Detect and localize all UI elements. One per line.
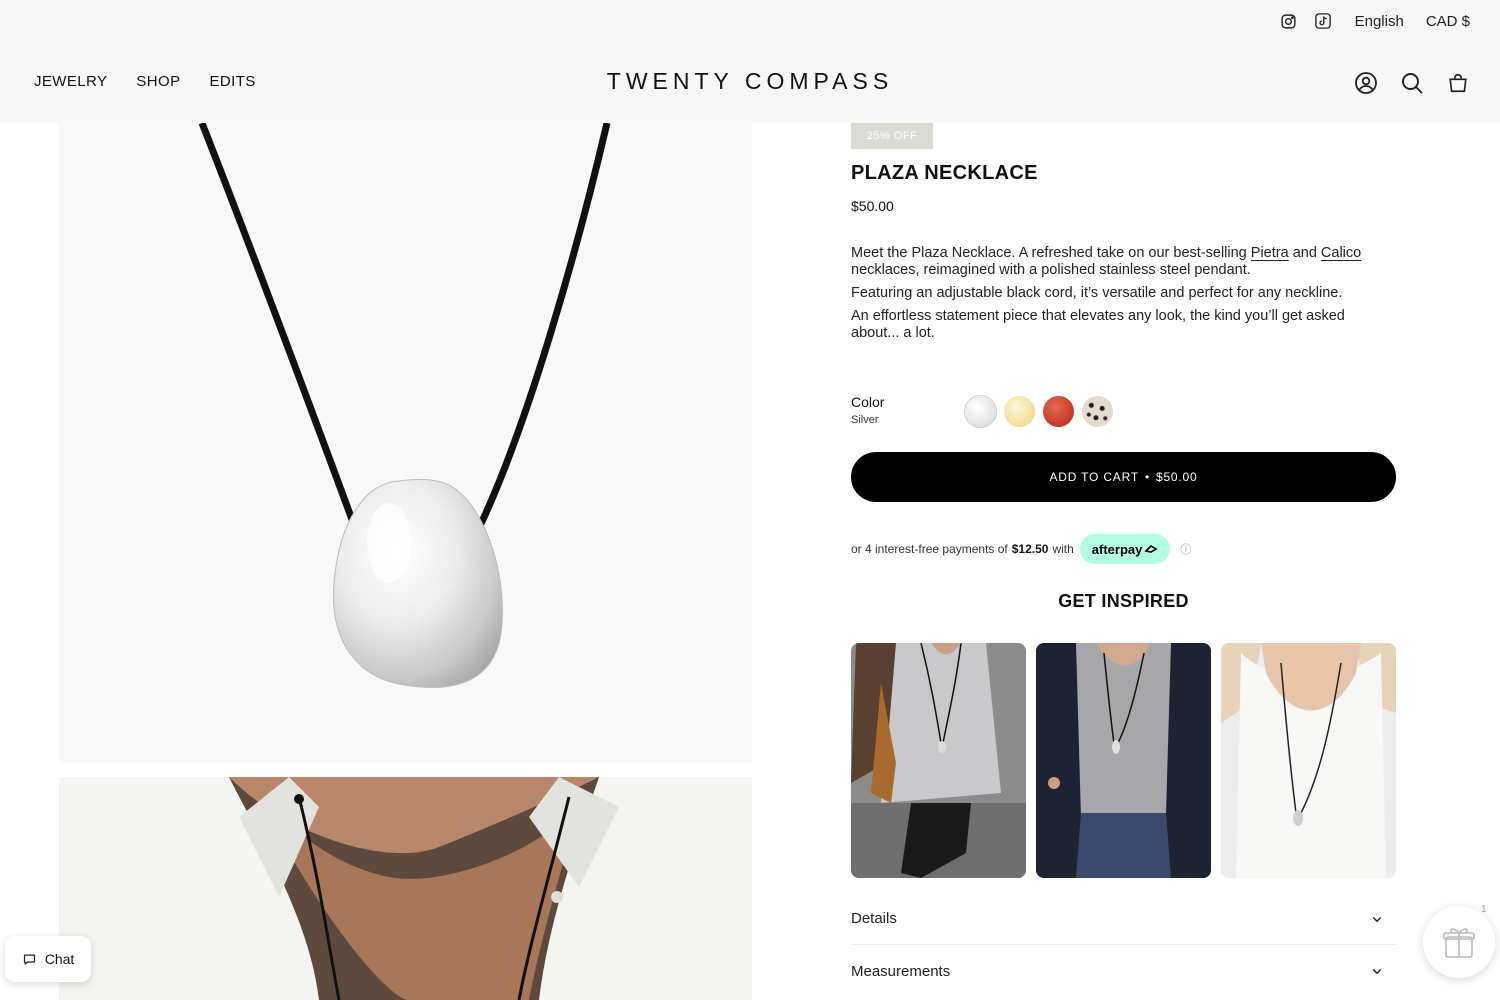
- instagram-icon[interactable]: [1279, 10, 1299, 32]
- gift-count-badge: 1: [1481, 904, 1487, 915]
- language-selector[interactable]: English: [1355, 13, 1404, 30]
- add-to-cart-separator: •: [1144, 470, 1150, 484]
- product-image-model[interactable]: [59, 777, 752, 1000]
- swatch-silver[interactable]: [965, 396, 996, 427]
- chevron-down-icon: [1372, 969, 1382, 975]
- afterpay-logo[interactable]: afterpay: [1079, 534, 1171, 564]
- discount-badge: 25% OFF: [851, 123, 933, 149]
- calico-link[interactable]: Calico: [1321, 245, 1361, 261]
- account-icon[interactable]: [1354, 70, 1378, 96]
- measurements-accordion[interactable]: Measurements: [851, 945, 1396, 997]
- afterpay-amount: $12.50: [1011, 542, 1049, 556]
- swatch-gold[interactable]: [1004, 396, 1035, 427]
- inspiration-photo[interactable]: [1221, 643, 1396, 878]
- inspiration-gallery: [851, 643, 1396, 878]
- afterpay-suffix: with: [1052, 542, 1074, 556]
- tiktok-icon[interactable]: [1313, 10, 1333, 32]
- color-label: Color: [851, 394, 885, 410]
- nav-item-jewelry[interactable]: JEWELRY: [34, 73, 107, 90]
- color-swatches: [965, 396, 1113, 427]
- chat-label: Chat: [44, 951, 75, 967]
- details-label: Details: [851, 910, 897, 927]
- inspiration-photo[interactable]: [1036, 643, 1211, 878]
- description-text: and: [1288, 245, 1321, 261]
- rewards-gift-button[interactable]: [1423, 906, 1495, 978]
- measurements-label: Measurements: [851, 962, 951, 980]
- chat-button[interactable]: Chat: [5, 936, 91, 982]
- afterpay-prefix: or 4 interest-free payments of: [851, 542, 1008, 556]
- description-text: necklaces, reimagined with a polished st…: [851, 262, 1251, 278]
- description-paragraph: Meet the Plaza Necklace. A refreshed tak…: [851, 245, 1396, 279]
- nav-item-shop[interactable]: SHOP: [136, 73, 180, 90]
- site-header: English CAD $ JEWELRY SHOP EDITS TWENTY …: [0, 0, 1500, 123]
- search-icon[interactable]: [1400, 70, 1424, 96]
- description-text: Meet the Plaza Necklace. A refreshed tak…: [851, 245, 1251, 261]
- afterpay-brand: afterpay: [1091, 541, 1143, 557]
- gift-icon: [1443, 928, 1475, 958]
- header-actions: [1354, 70, 1470, 96]
- description-paragraph: Featuring an adjustable black cord, it’s…: [851, 285, 1343, 301]
- main-nav: JEWELRY SHOP EDITS: [34, 73, 256, 90]
- add-to-cart-label: ADD TO CART: [1049, 470, 1139, 484]
- description-paragraph: An effortless statement piece that eleva…: [851, 308, 1345, 341]
- details-accordion[interactable]: Details: [851, 893, 1396, 945]
- product-title: PLAZA NECKLACE: [851, 162, 1038, 184]
- chevron-down-icon: [1372, 916, 1382, 922]
- swatch-red[interactable]: [1043, 396, 1074, 427]
- get-inspired-heading: GET INSPIRED: [1058, 591, 1189, 611]
- inspiration-photo[interactable]: [851, 643, 1026, 878]
- nav-item-edits[interactable]: EDITS: [210, 73, 256, 90]
- add-to-cart-price: $50.00: [1155, 470, 1198, 484]
- cart-icon[interactable]: [1446, 70, 1470, 96]
- info-icon[interactable]: ⓘ: [1180, 541, 1191, 557]
- currency-selector[interactable]: CAD $: [1426, 13, 1470, 30]
- afterpay-message: or 4 interest-free payments of $12.50 wi…: [851, 534, 1191, 564]
- chat-bubble-icon: [23, 954, 35, 964]
- product-image-main[interactable]: [59, 123, 752, 763]
- selected-color: Silver: [851, 414, 879, 426]
- product-price: $50.00: [851, 198, 894, 214]
- afterpay-arrows-icon: [1144, 544, 1158, 553]
- add-to-cart-button[interactable]: ADD TO CART • $50.00: [851, 452, 1396, 502]
- swatch-dalmatian[interactable]: [1082, 396, 1113, 427]
- utility-bar: English CAD $: [1279, 10, 1470, 32]
- pietra-link[interactable]: Pietra: [1251, 245, 1289, 261]
- product-description: Meet the Plaza Necklace. A refreshed tak…: [851, 245, 1396, 348]
